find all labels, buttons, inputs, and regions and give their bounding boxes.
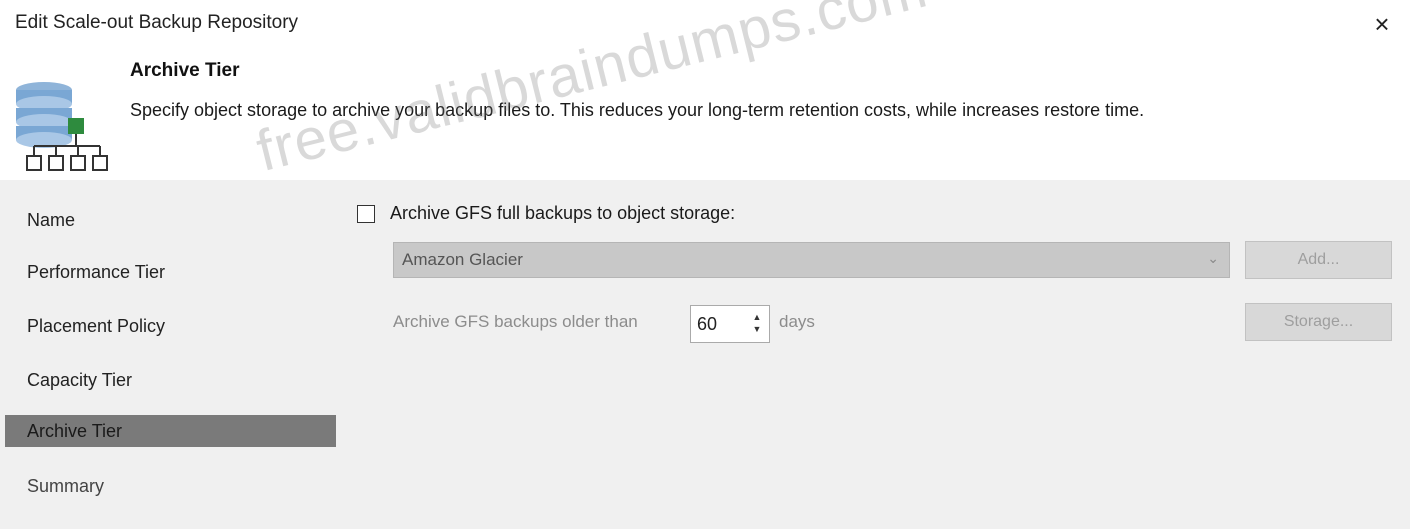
nav-item-placement-policy[interactable]: Placement Policy [5, 310, 336, 342]
chevron-down-icon: ⌄ [1207, 250, 1219, 266]
step-header: Archive Tier Specify object storage to a… [0, 50, 1410, 180]
stepper-arrows-icon[interactable]: ▲ ▼ [749, 311, 765, 337]
step-title: Archive Tier [130, 60, 240, 81]
nav-item-performance-tier[interactable]: Performance Tier [5, 256, 336, 288]
database-tier-icon [16, 82, 108, 171]
days-label: days [779, 312, 815, 331]
title-bar: Edit Scale-out Backup Repository × [0, 0, 1410, 50]
archive-gfs-checkbox[interactable] [357, 205, 375, 223]
storage-button[interactable]: Storage... [1245, 303, 1392, 341]
archive-gfs-checkbox-label[interactable]: Archive GFS full backups to object stora… [390, 203, 735, 224]
wizard-content: Name Performance Tier Placement Policy C… [0, 180, 1410, 529]
nav-item-capacity-tier[interactable]: Capacity Tier [5, 364, 336, 396]
archive-older-than-label: Archive GFS backups older than [393, 312, 638, 331]
add-button[interactable]: Add... [1245, 241, 1392, 279]
window-title: Edit Scale-out Backup Repository [15, 12, 299, 33]
step-description: Specify object storage to archive your b… [130, 100, 1145, 120]
object-storage-select[interactable]: Amazon Glacier ⌄ [393, 242, 1230, 278]
close-button[interactable]: × [1364, 6, 1400, 42]
nav-item-summary[interactable]: Summary [5, 470, 336, 502]
nav-item-archive-tier[interactable]: Archive Tier [5, 415, 336, 447]
older-than-days-value[interactable]: 60 [697, 314, 717, 335]
nav-item-name[interactable]: Name [5, 204, 336, 236]
object-storage-selected-value: Amazon Glacier [402, 250, 523, 269]
older-than-days-stepper[interactable]: 60 ▲ ▼ [690, 305, 770, 343]
